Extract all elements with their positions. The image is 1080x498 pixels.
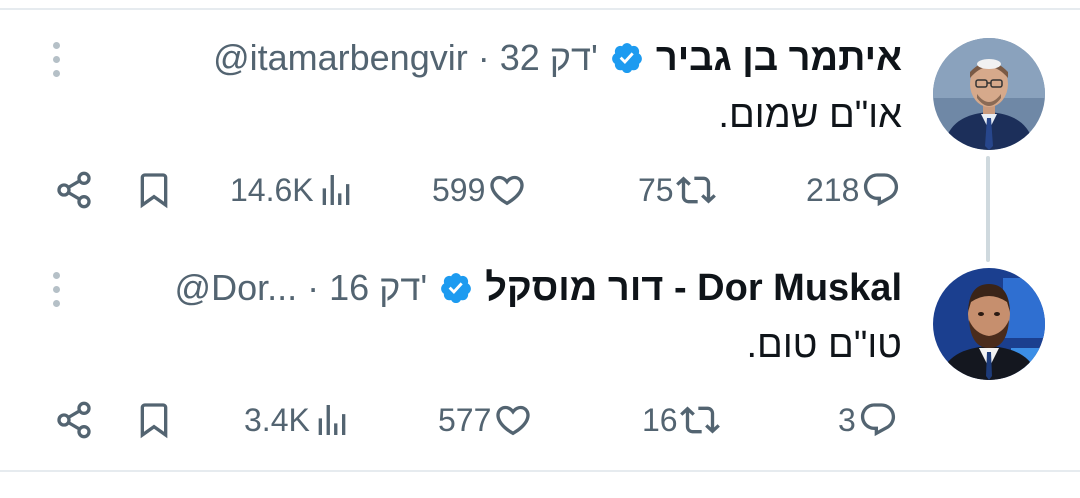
retweet-count: 16 [642,401,678,438]
avatar[interactable] [933,38,1045,150]
tweet-text: או"ם שמום. [718,94,902,136]
more-options-button[interactable] [48,40,66,80]
retweet-button[interactable]: 75 [636,165,716,215]
reply-icon [860,403,895,437]
thread-connector-line [986,156,990,262]
handle-and-time[interactable]: @itamarbengvir · 32 דק' [213,37,598,79]
share-icon [57,401,91,439]
bookmark-button[interactable] [134,165,174,215]
reply-count: 218 [806,171,860,208]
views-button[interactable]: 14.6K [228,165,356,215]
author-name[interactable]: איתמר בן גביר [656,37,902,80]
like-count: 599 [432,171,486,208]
tweet-header: Dor Muskal - דור מוסקל @Dor... · 16 דק' [175,264,902,312]
verified-badge-icon [441,273,472,304]
reply-button[interactable]: 218 [804,165,901,215]
retweet-button[interactable]: 16 [640,395,720,445]
bookmark-button[interactable] [134,395,174,445]
share-button[interactable] [54,165,94,215]
bottom-divider [0,470,1080,472]
bookmark-icon [140,403,168,439]
retweet-icon [679,406,720,434]
more-options-button[interactable] [48,270,66,310]
top-divider [0,8,1080,10]
reply-count: 3 [838,401,856,438]
handle-and-time[interactable]: @Dor... · 16 דק' [175,267,428,309]
verified-badge-icon [611,43,642,74]
tweet-header: איתמר בן גביר @itamarbengvir · 32 דק' [213,34,902,82]
views-icon [318,405,346,435]
avatar[interactable] [933,268,1045,380]
views-icon [322,175,349,205]
author-name[interactable]: Dor Muskal - דור מוסקל [485,267,902,310]
views-button[interactable]: 3.4K [242,395,352,445]
like-button[interactable]: 577 [436,395,533,445]
view-count: 3.4K [244,401,310,438]
reply-icon [864,173,899,207]
retweet-icon [675,176,716,204]
share-icon [57,171,91,209]
retweet-count: 75 [638,171,674,208]
reply-button[interactable]: 3 [836,395,898,445]
like-icon [490,175,525,206]
like-icon [496,405,531,436]
like-button[interactable]: 599 [430,165,527,215]
share-button[interactable] [54,395,94,445]
tweet-text: טו"ם טום. [746,324,902,366]
bookmark-icon [140,173,168,209]
like-count: 577 [438,401,492,438]
view-count: 14.6K [230,171,314,208]
